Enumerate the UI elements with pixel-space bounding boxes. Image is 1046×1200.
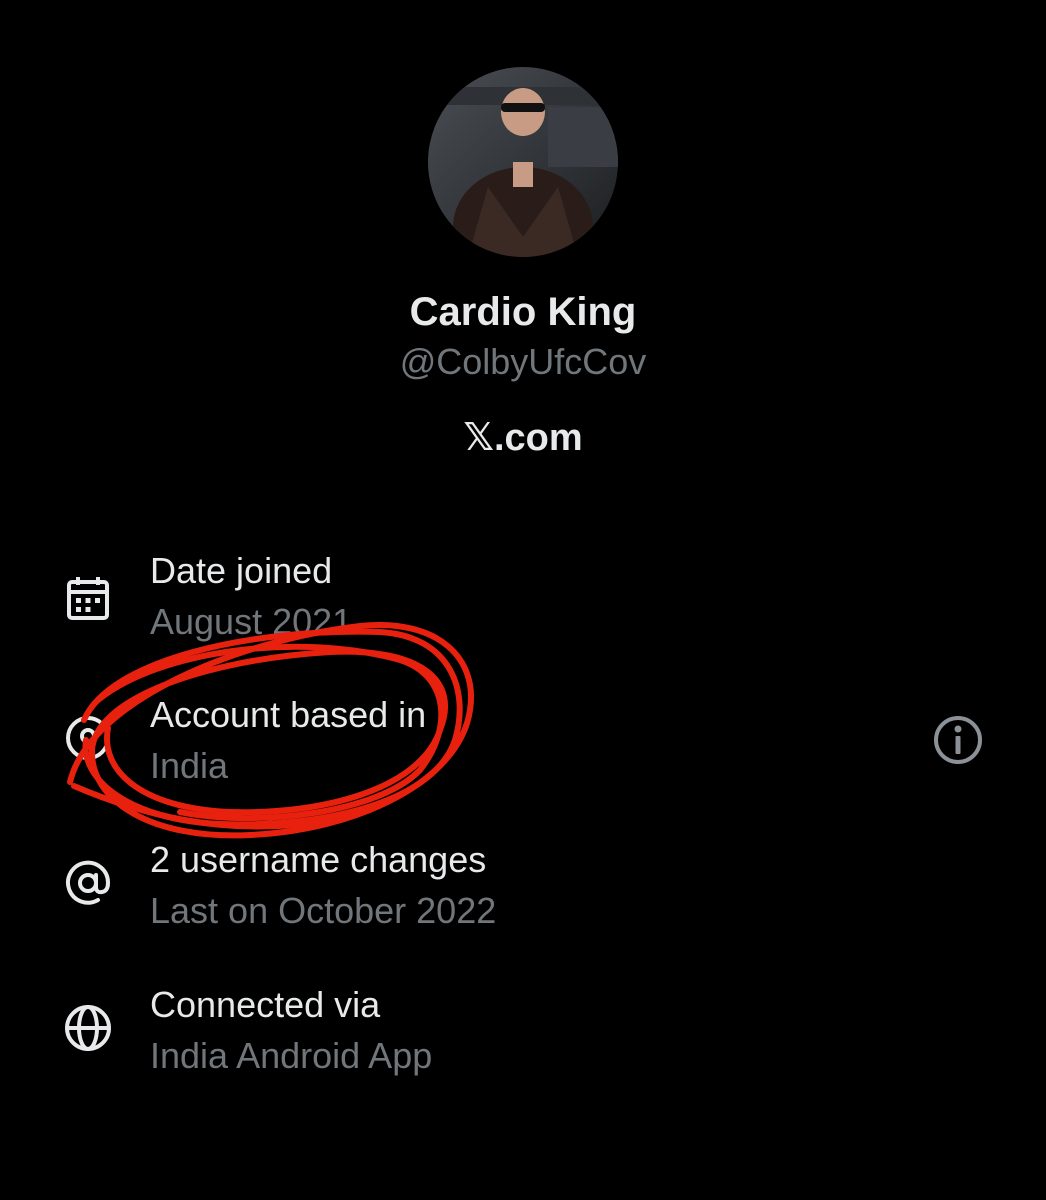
info-icon[interactable] [932,714,984,766]
date-joined-label: Date joined [150,550,333,591]
account-based-label: Account based in [150,694,427,735]
globe-icon [62,1002,114,1054]
date-joined-value: August 2021 [150,601,353,642]
about-row-connected-via: Connected via India Android App [0,980,1046,1100]
location-pin-icon [62,712,114,764]
about-row-username-changes: 2 username changes Last on October 2022 [0,835,1046,955]
connected-via-value: India Android App [150,1035,433,1076]
user-handle: @ColbyUfcCov [399,341,647,382]
calendar-icon [62,573,114,625]
display-name: Cardio King [409,290,637,334]
username-changes-label: 2 username changes [150,839,487,880]
account-based-value: India [150,745,229,786]
site-label: 𝕏.com [463,417,583,459]
about-row-account-based-in: Account based in India [0,690,1046,810]
connected-via-label: Connected via [150,984,381,1025]
at-sign-icon [62,857,114,909]
about-row-date-joined: Date joined August 2021 [0,545,1046,665]
avatar[interactable] [428,67,618,257]
username-changes-value: Last on October 2022 [150,890,497,931]
